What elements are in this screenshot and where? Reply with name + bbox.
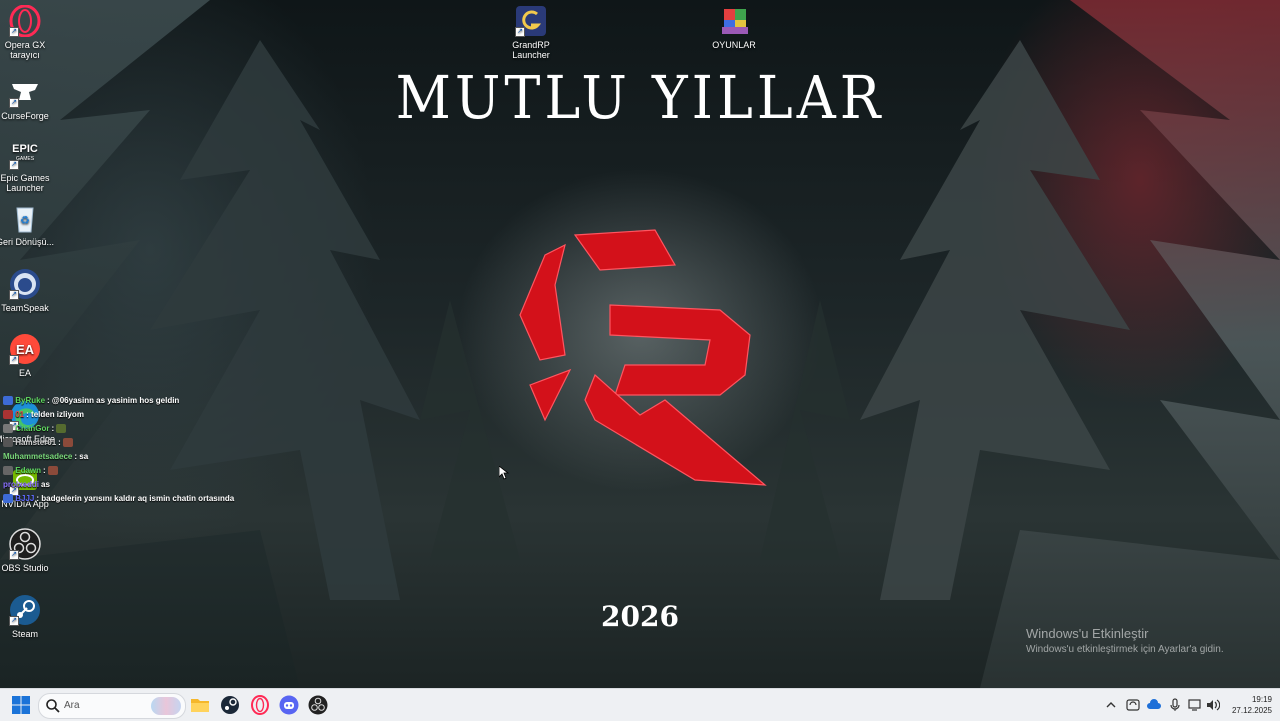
chat-message: 01: telden izliyom	[3, 408, 303, 422]
chat-username: proixeddi	[3, 480, 40, 489]
desktop-icon-grandrp[interactable]: ↗ GrandRP Launcher	[499, 5, 563, 60]
desktop-icon-label: Opera GX tarayıcı	[4, 40, 46, 60]
wallpaper-title: MUTLU YILLAR	[395, 62, 885, 133]
steam-taskbar-icon[interactable]	[220, 695, 240, 715]
desktop-icon-label: TeamSpeak	[1, 303, 49, 313]
clock-time: 19:19	[1251, 695, 1272, 704]
volume-icon[interactable]	[1206, 698, 1220, 712]
chat-message: Muhammetsadece: sa	[3, 450, 303, 464]
chat-message: Hamster01:	[3, 436, 303, 450]
taskbar: Ara 19:19 27.12.2025	[0, 688, 1280, 721]
sync-icon[interactable]	[1126, 698, 1140, 712]
chat-text: :	[58, 438, 61, 447]
svg-text:EPIC: EPIC	[12, 143, 38, 155]
svg-text:♻: ♻	[20, 214, 30, 227]
badge-icon	[3, 410, 13, 420]
ea-icon: EA ↗	[9, 333, 41, 365]
badge-icon	[3, 424, 13, 434]
chat-message: BJJJ: badgelerin yarısını kaldır aq ismi…	[3, 492, 303, 506]
chevron-up-icon[interactable]	[1104, 698, 1118, 712]
badge-icon	[3, 466, 13, 476]
grandrp-icon: ↗	[515, 5, 547, 37]
desktop-icon-label: EA	[18, 368, 31, 378]
network-icon[interactable]	[1188, 698, 1202, 712]
emote-icon	[63, 438, 74, 448]
obs-icon: ↗	[9, 528, 41, 560]
chat-text: : telden izliyom	[26, 410, 84, 419]
desktop-icon-label: Epic Games Launcher	[0, 173, 50, 193]
opera-gx-taskbar-icon[interactable]	[250, 695, 270, 715]
badge-icon	[3, 396, 13, 406]
taskbar-clock[interactable]: 19:19 27.12.2025	[1226, 694, 1272, 716]
desktop-icon-epic-games[interactable]: EPIC GAMES ↗ Epic Games Launcher	[0, 138, 57, 193]
desktop-wallpaper: MUTLU YILLAR 2026 Windows'u Etkinleştir …	[0, 0, 1280, 688]
desktop-icon-label: GrandRP Launcher	[512, 40, 550, 60]
steam-icon: ↗	[9, 594, 41, 626]
chat-text: : badgelerin yarısını kaldır aq ismin ch…	[36, 494, 235, 503]
desktop-icon-label: Geri Dönüşü...	[0, 237, 55, 247]
folder-games-icon	[718, 5, 750, 37]
chat-username: BJJJ	[15, 494, 35, 503]
chat-username: Edawn	[15, 466, 42, 475]
chat-username: 01	[15, 410, 25, 419]
taskbar-search-input[interactable]: Ara	[38, 693, 186, 719]
mouse-cursor-icon	[499, 466, 509, 480]
chat-username: ByRuke	[15, 396, 46, 405]
desktop-icon-obs[interactable]: ↗ OBS Studio	[0, 528, 57, 573]
stream-chat-overlay: ByRuke: @06yasinn as yasinim hos geldin …	[3, 394, 303, 506]
desktop-icon-ea[interactable]: EA ↗ EA	[0, 333, 57, 378]
emote-icon	[56, 424, 67, 434]
activation-subtitle: Windows'u etkinleştirmek için Ayarlar'a …	[1026, 644, 1224, 655]
chat-username: Muhammetsadece	[3, 452, 73, 461]
desktop-icon-oyunlar[interactable]: OYUNLAR	[702, 5, 766, 50]
search-placeholder: Ara	[64, 700, 80, 711]
chat-username: ChanGor	[15, 424, 50, 433]
windows-activation-watermark: Windows'u Etkinleştir Windows'u etkinleş…	[1026, 626, 1224, 655]
desktop-icon-label: Steam	[11, 629, 38, 639]
chat-message: proixeddi as	[3, 478, 303, 492]
clock-date: 27.12.2025	[1231, 706, 1272, 715]
chat-username: Hamster01	[15, 438, 57, 447]
desktop-icon-recycle-bin[interactable]: ♻ Geri Dönüşü...	[0, 202, 57, 247]
desktop-icon-curseforge[interactable]: ↗ CurseForge	[0, 76, 57, 121]
emote-icon	[47, 466, 58, 476]
obs-taskbar-icon[interactable]	[308, 695, 328, 715]
chat-message: ChanGor:	[3, 422, 303, 436]
epic-games-icon: EPIC GAMES ↗	[9, 138, 41, 170]
recycle-bin-icon: ♻	[9, 202, 41, 234]
desktop-icon-label: OYUNLAR	[712, 40, 756, 50]
grandrp-logo	[519, 229, 767, 486]
start-icon[interactable]	[11, 695, 31, 715]
microphone-icon[interactable]	[1168, 698, 1182, 712]
opera-gx-icon: ↗	[9, 4, 41, 38]
search-icon	[46, 699, 60, 713]
badge-icon	[3, 494, 13, 504]
badge-icon	[3, 438, 13, 448]
discord-icon[interactable]	[279, 695, 299, 715]
search-highlight-icon	[151, 697, 181, 715]
chat-text: :	[43, 466, 46, 475]
chat-message: ByRuke: @06yasinn as yasinim hos geldin	[3, 394, 303, 408]
file-explorer-icon[interactable]	[190, 695, 210, 715]
desktop-icon-opera-gx[interactable]: ↗ Opera GX tarayıcı	[0, 4, 57, 60]
desktop-icon-label: CurseForge	[1, 111, 49, 121]
cloud-icon[interactable]	[1147, 698, 1161, 712]
chat-message: Edawn:	[3, 464, 303, 478]
desktop-icon-steam[interactable]: ↗ Steam	[0, 594, 57, 639]
curseforge-icon: ↗	[9, 76, 41, 108]
chat-text: : @06yasinn as yasinim hos geldin	[47, 396, 180, 405]
desktop-icon-label: OBS Studio	[1, 563, 49, 573]
chat-text: as	[41, 480, 50, 489]
teamspeak-icon: ↗	[9, 268, 41, 300]
activation-title: Windows'u Etkinleştir	[1026, 626, 1149, 641]
desktop-icon-teamspeak[interactable]: ↗ TeamSpeak	[0, 268, 57, 313]
chat-text: : sa	[74, 452, 89, 461]
chat-text: :	[51, 424, 55, 433]
